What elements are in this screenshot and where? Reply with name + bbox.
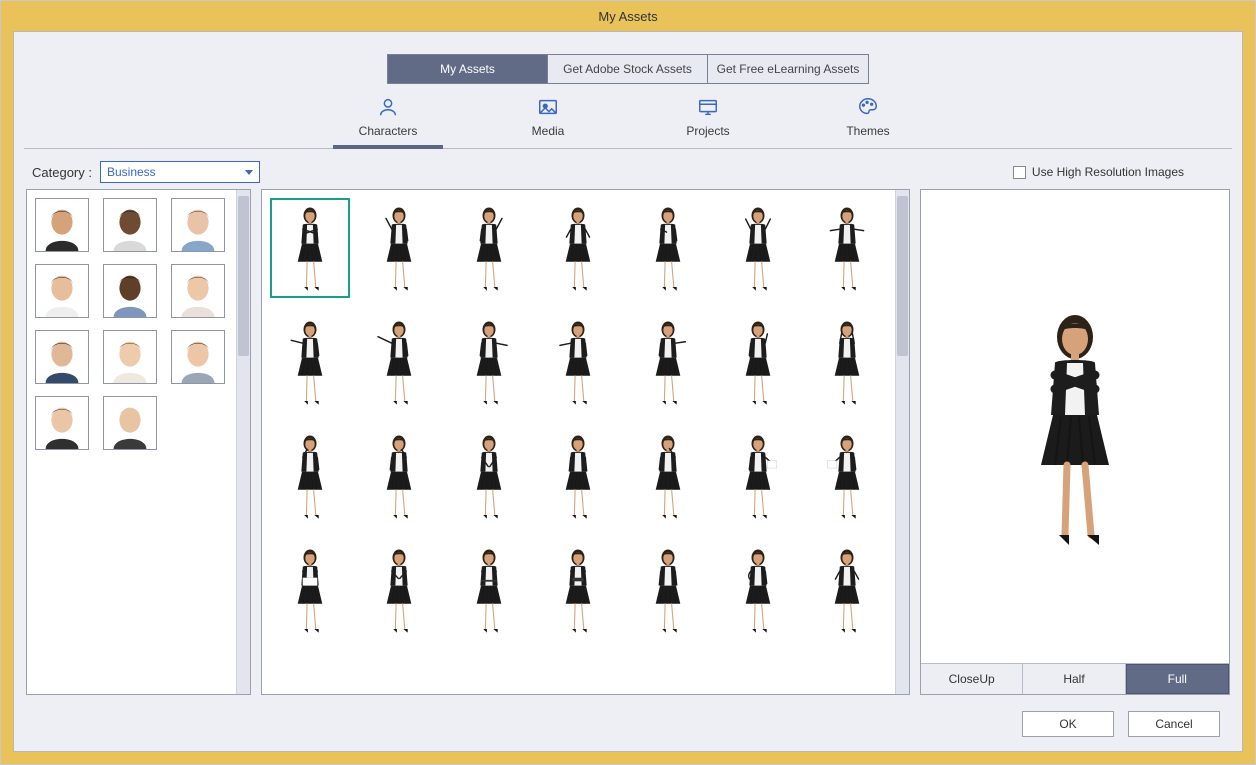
view-tab-half[interactable]: Half bbox=[1023, 664, 1125, 694]
character-headshot[interactable] bbox=[103, 396, 157, 450]
character-head-grid bbox=[35, 198, 228, 450]
pose-thumbnail[interactable] bbox=[628, 426, 708, 526]
sub-nav-characters[interactable]: Characters bbox=[338, 96, 438, 148]
pose-thumbnail[interactable] bbox=[270, 540, 350, 640]
view-tab-closeup[interactable]: CloseUp bbox=[921, 664, 1023, 694]
preview-pane: CloseUpHalfFull bbox=[920, 189, 1230, 695]
character-list-pane bbox=[26, 189, 251, 695]
pose-thumbnail[interactable] bbox=[807, 426, 887, 526]
character-headshot[interactable] bbox=[35, 330, 89, 384]
character-headshot[interactable] bbox=[35, 396, 89, 450]
pose-thumbnail[interactable] bbox=[360, 312, 440, 412]
pose-thumbnail[interactable] bbox=[270, 198, 350, 298]
pose-thumbnail[interactable] bbox=[539, 198, 619, 298]
character-headshot[interactable] bbox=[103, 198, 157, 252]
pose-grid-pane bbox=[261, 189, 910, 695]
pose-thumbnail[interactable] bbox=[539, 312, 619, 412]
scrollbar[interactable] bbox=[236, 190, 250, 694]
character-headshot[interactable] bbox=[103, 264, 157, 318]
pose-thumbnail[interactable] bbox=[449, 426, 529, 526]
window-title: My Assets bbox=[598, 9, 657, 24]
sub-nav: Characters Media Projects Themes bbox=[338, 96, 918, 148]
checkbox-icon bbox=[1013, 166, 1026, 179]
view-tabs: CloseUpHalfFull bbox=[921, 663, 1229, 694]
hires-label: Use High Resolution Images bbox=[1032, 165, 1184, 179]
chevron-down-icon bbox=[245, 170, 253, 175]
category-value: Business bbox=[107, 165, 156, 179]
sub-nav-projects[interactable]: Projects bbox=[658, 96, 758, 148]
pose-thumbnail[interactable] bbox=[539, 540, 619, 640]
pose-thumbnail[interactable] bbox=[449, 198, 529, 298]
footer: OK Cancel bbox=[14, 701, 1242, 751]
pose-thumbnail[interactable] bbox=[807, 312, 887, 412]
sub-nav-themes[interactable]: Themes bbox=[818, 96, 918, 148]
hires-checkbox[interactable]: Use High Resolution Images bbox=[1013, 165, 1184, 179]
pose-thumbnail[interactable] bbox=[360, 426, 440, 526]
pose-thumbnail[interactable] bbox=[628, 312, 708, 412]
ok-label: OK bbox=[1059, 717, 1076, 731]
category-label: Category : bbox=[32, 165, 92, 180]
my-assets-window: My Assets My AssetsGet Adobe Stock Asset… bbox=[0, 0, 1256, 765]
character-headshot[interactable] bbox=[35, 198, 89, 252]
pose-thumbnail[interactable] bbox=[718, 198, 798, 298]
pose-thumbnail[interactable] bbox=[628, 540, 708, 640]
category-select[interactable]: Business bbox=[100, 161, 260, 183]
scrollbar-thumb[interactable] bbox=[238, 196, 249, 356]
top-tabs: My AssetsGet Adobe Stock AssetsGet Free … bbox=[387, 54, 869, 84]
top-tab-get-free-elearning-assets[interactable]: Get Free eLearning Assets bbox=[708, 55, 868, 83]
character-headshot[interactable] bbox=[171, 330, 225, 384]
pose-thumbnail[interactable] bbox=[807, 540, 887, 640]
scrollbar[interactable] bbox=[895, 190, 909, 694]
cancel-label: Cancel bbox=[1155, 717, 1192, 731]
top-tab-get-adobe-stock-assets[interactable]: Get Adobe Stock Assets bbox=[548, 55, 708, 83]
view-tab-full[interactable]: Full bbox=[1126, 664, 1229, 694]
pose-thumbnail[interactable] bbox=[270, 426, 350, 526]
sub-nav-media[interactable]: Media bbox=[498, 96, 598, 148]
scrollbar-thumb[interactable] bbox=[897, 196, 908, 356]
pose-grid bbox=[270, 198, 887, 640]
character-headshot[interactable] bbox=[35, 264, 89, 318]
top-area: My AssetsGet Adobe Stock AssetsGet Free … bbox=[14, 32, 1242, 148]
pose-thumbnail[interactable] bbox=[449, 312, 529, 412]
top-tab-my-assets[interactable]: My Assets bbox=[388, 55, 548, 83]
pose-thumbnail[interactable] bbox=[807, 198, 887, 298]
pose-thumbnail[interactable] bbox=[270, 312, 350, 412]
ok-button[interactable]: OK bbox=[1022, 711, 1114, 737]
window-titlebar: My Assets bbox=[1, 1, 1255, 31]
pose-thumbnail[interactable] bbox=[360, 540, 440, 640]
character-headshot[interactable] bbox=[171, 198, 225, 252]
pose-thumbnail[interactable] bbox=[718, 312, 798, 412]
pose-thumbnail[interactable] bbox=[539, 426, 619, 526]
pose-thumbnail[interactable] bbox=[718, 540, 798, 640]
character-headshot[interactable] bbox=[171, 264, 225, 318]
pose-thumbnail[interactable] bbox=[449, 540, 529, 640]
pose-thumbnail[interactable] bbox=[360, 198, 440, 298]
preview-image bbox=[921, 190, 1229, 663]
client-area: My AssetsGet Adobe Stock AssetsGet Free … bbox=[13, 31, 1243, 752]
cancel-button[interactable]: Cancel bbox=[1128, 711, 1220, 737]
character-headshot[interactable] bbox=[103, 330, 157, 384]
filter-row: Category : Business Use High Resolution … bbox=[14, 149, 1242, 189]
panes: CloseUpHalfFull bbox=[14, 189, 1242, 701]
pose-thumbnail[interactable] bbox=[718, 426, 798, 526]
pose-thumbnail[interactable] bbox=[628, 198, 708, 298]
